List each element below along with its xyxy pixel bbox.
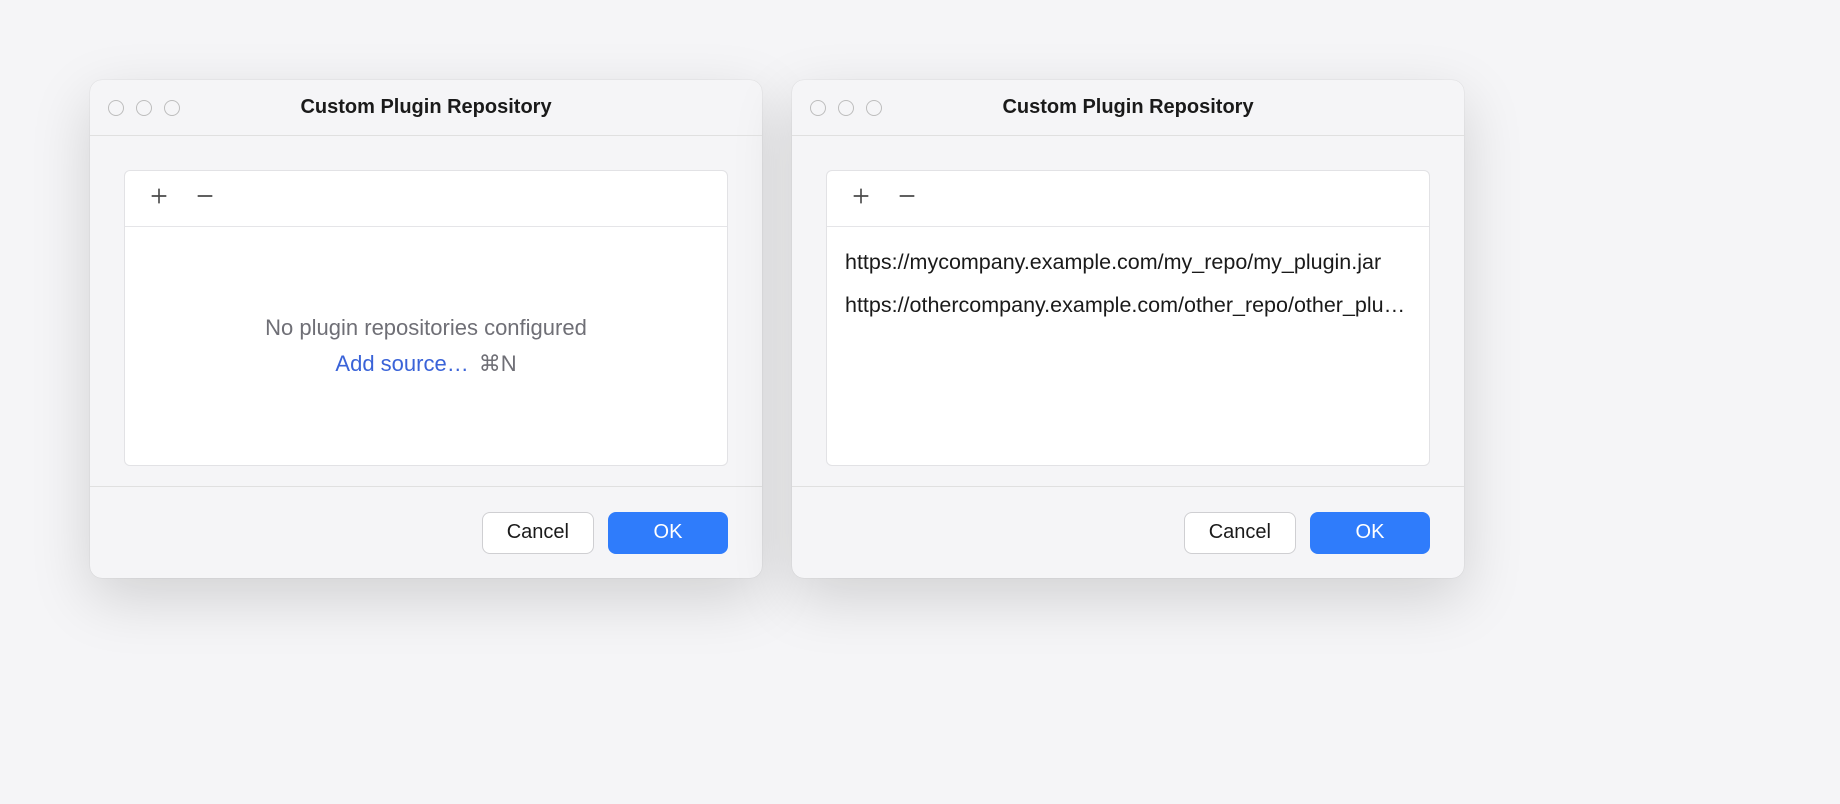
add-source-link[interactable]: Add source… [335, 351, 468, 377]
list-body: No plugin repositories configured Add so… [125, 227, 727, 465]
minus-icon [896, 185, 918, 212]
repository-listbox: https://mycompany.example.com/my_repo/my… [826, 170, 1430, 466]
remove-button[interactable] [191, 185, 219, 213]
listbox-toolbar [125, 171, 727, 227]
repository-list: https://mycompany.example.com/my_repo/my… [827, 227, 1429, 341]
list-body: https://mycompany.example.com/my_repo/my… [827, 227, 1429, 465]
repository-listbox: No plugin repositories configured Add so… [124, 170, 728, 466]
empty-state: No plugin repositories configured Add so… [125, 227, 727, 465]
titlebar: Custom Plugin Repository [90, 80, 762, 136]
minimize-window-button[interactable] [838, 100, 854, 116]
close-window-button[interactable] [108, 100, 124, 116]
add-button[interactable] [847, 185, 875, 213]
plugin-repo-dialog-empty: Custom Plugin Repository [90, 80, 762, 578]
minimize-window-button[interactable] [136, 100, 152, 116]
cancel-button[interactable]: Cancel [482, 512, 594, 554]
dialog-title: Custom Plugin Repository [90, 96, 762, 119]
empty-message: No plugin repositories configured [265, 315, 587, 341]
dialog-content: https://mycompany.example.com/my_repo/my… [792, 136, 1464, 486]
plugin-repo-dialog-populated: Custom Plugin Repository [792, 80, 1464, 578]
dialog-title: Custom Plugin Repository [792, 96, 1464, 119]
zoom-window-button[interactable] [866, 100, 882, 116]
cancel-button[interactable]: Cancel [1184, 512, 1296, 554]
window-controls [90, 100, 180, 116]
plus-icon [850, 185, 872, 212]
zoom-window-button[interactable] [164, 100, 180, 116]
shortcut-label: ⌘N [479, 351, 517, 377]
plus-icon [148, 185, 170, 212]
repository-item[interactable]: https://othercompany.example.com/other_r… [827, 284, 1429, 327]
close-window-button[interactable] [810, 100, 826, 116]
dialog-content: No plugin repositories configured Add so… [90, 136, 762, 486]
ok-button[interactable]: OK [1310, 512, 1430, 554]
listbox-toolbar [827, 171, 1429, 227]
add-button[interactable] [145, 185, 173, 213]
titlebar: Custom Plugin Repository [792, 80, 1464, 136]
minus-icon [194, 185, 216, 212]
add-source-row: Add source… ⌘N [335, 351, 516, 377]
remove-button[interactable] [893, 185, 921, 213]
dialog-footer: Cancel OK [792, 486, 1464, 578]
window-controls [792, 100, 882, 116]
dialog-footer: Cancel OK [90, 486, 762, 578]
ok-button[interactable]: OK [608, 512, 728, 554]
repository-item[interactable]: https://mycompany.example.com/my_repo/my… [827, 241, 1429, 284]
